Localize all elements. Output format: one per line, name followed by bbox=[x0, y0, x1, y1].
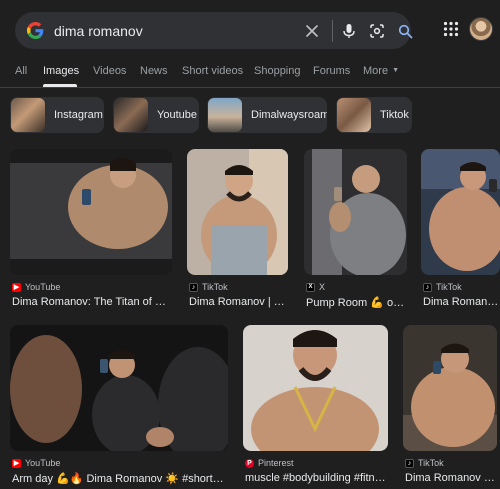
tab-news[interactable]: News bbox=[140, 65, 168, 77]
clear-icon[interactable] bbox=[302, 21, 322, 41]
tab-forums[interactable]: Forums bbox=[313, 65, 350, 77]
result-image[interactable] bbox=[10, 149, 172, 275]
chip-tiktok[interactable]: Tiktok bbox=[336, 97, 412, 133]
tabs-divider bbox=[0, 87, 500, 88]
result-image[interactable] bbox=[243, 325, 388, 451]
result-image[interactable] bbox=[10, 325, 228, 451]
result-source: ♪ TikTok bbox=[189, 282, 228, 292]
chip-label: Instagram bbox=[54, 109, 103, 121]
search-input[interactable] bbox=[54, 21, 284, 41]
chip-thumbnail bbox=[337, 98, 371, 132]
tab-more[interactable]: More ▼ bbox=[363, 65, 399, 77]
result-source-name: TikTok bbox=[436, 282, 462, 292]
header bbox=[0, 0, 500, 60]
chip-thumbnail bbox=[208, 98, 242, 132]
chip-thumbnail bbox=[11, 98, 45, 132]
result-card[interactable]: ♪ TikTok Dima Romanov | T... bbox=[421, 149, 500, 313]
result-title[interactable]: Pump Room 💪 on ... bbox=[306, 296, 408, 309]
result-image[interactable] bbox=[304, 149, 407, 275]
tab-shopping[interactable]: Shopping bbox=[254, 65, 301, 77]
account-avatar[interactable] bbox=[469, 17, 493, 41]
chip-youtube[interactable]: Youtube bbox=[113, 97, 199, 133]
result-title[interactable]: Dima Romanov | T... bbox=[423, 296, 500, 308]
result-source-name: X bbox=[319, 282, 326, 292]
result-source-name: Pinterest bbox=[258, 458, 294, 468]
result-source: ▶ YouTube bbox=[12, 282, 60, 292]
tab-all[interactable]: All bbox=[15, 65, 27, 77]
chip-label: Youtube bbox=[157, 109, 197, 121]
youtube-icon: ▶ bbox=[12, 282, 21, 292]
search-bar bbox=[15, 12, 412, 49]
result-card[interactable]: XX Pump Room 💪 on ... bbox=[304, 149, 408, 313]
tiktok-icon: ♪ bbox=[423, 282, 432, 292]
tab-short-videos[interactable]: Short videos bbox=[182, 65, 243, 77]
result-card[interactable]: ♪ TikTok Dima Romanov | Ti... bbox=[187, 149, 289, 313]
x-icon: X bbox=[306, 282, 315, 292]
result-card[interactable]: ▶ YouTube Dima Romanov: The Titan of Na..… bbox=[10, 149, 172, 313]
google-logo-icon bbox=[27, 22, 44, 39]
result-source: ▶ YouTube bbox=[12, 458, 60, 468]
tab-more-label: More bbox=[363, 65, 389, 77]
result-source: ♪ TikTok bbox=[423, 282, 462, 292]
result-source-name: TikTok bbox=[202, 282, 228, 292]
chip-label: Tiktok bbox=[380, 109, 409, 121]
result-source: ♪ TikTok bbox=[405, 458, 444, 468]
tiktok-icon: ♪ bbox=[189, 282, 198, 292]
result-title[interactable]: Dima Romanov | Ti... bbox=[189, 296, 289, 308]
result-source: XX bbox=[306, 282, 325, 292]
pinterest-icon: P bbox=[245, 458, 254, 468]
result-title[interactable]: Dima Romanov | T... bbox=[405, 472, 497, 484]
result-title[interactable]: Dima Romanov: The Titan of Na... bbox=[12, 296, 172, 308]
result-image[interactable] bbox=[421, 149, 500, 275]
result-source-name: TikTok bbox=[418, 458, 444, 468]
chip-dimalwaysroam[interactable]: Dimalwaysroam bbox=[207, 97, 327, 133]
chip-thumbnail bbox=[114, 98, 148, 132]
result-card[interactable]: ▶ YouTube Arm day 💪🔥 Dima Romanov ☀️ #sho… bbox=[10, 325, 228, 489]
microphone-icon[interactable] bbox=[339, 21, 359, 41]
chip-instagram[interactable]: Instagram bbox=[10, 97, 104, 133]
search-divider bbox=[332, 20, 333, 42]
tab-videos[interactable]: Videos bbox=[93, 65, 126, 77]
result-source-name: YouTube bbox=[25, 282, 61, 292]
chip-label: Dimalwaysroam bbox=[251, 109, 327, 121]
result-source-name: YouTube bbox=[25, 458, 61, 468]
search-icon[interactable] bbox=[395, 21, 415, 41]
result-card[interactable]: P Pinterest muscle #bodybuilding #fitne..… bbox=[243, 325, 389, 489]
result-card[interactable]: ♪ TikTok Dima Romanov | T... bbox=[403, 325, 497, 489]
result-title[interactable]: muscle #bodybuilding #fitne... bbox=[245, 472, 389, 484]
result-source: P Pinterest bbox=[245, 458, 294, 468]
search-tabs: All Images Videos News Short videos Shop… bbox=[0, 60, 500, 88]
result-image[interactable] bbox=[187, 149, 288, 275]
apps-grid-icon[interactable] bbox=[443, 21, 459, 37]
youtube-icon: ▶ bbox=[12, 458, 21, 468]
tiktok-icon: ♪ bbox=[405, 458, 414, 468]
chevron-down-icon: ▼ bbox=[392, 67, 399, 74]
lens-camera-icon[interactable] bbox=[367, 21, 387, 41]
result-title[interactable]: Arm day 💪🔥 Dima Romanov ☀️ #shorts ... bbox=[12, 472, 228, 485]
result-image[interactable] bbox=[403, 325, 497, 451]
tab-images[interactable]: Images bbox=[43, 65, 79, 77]
